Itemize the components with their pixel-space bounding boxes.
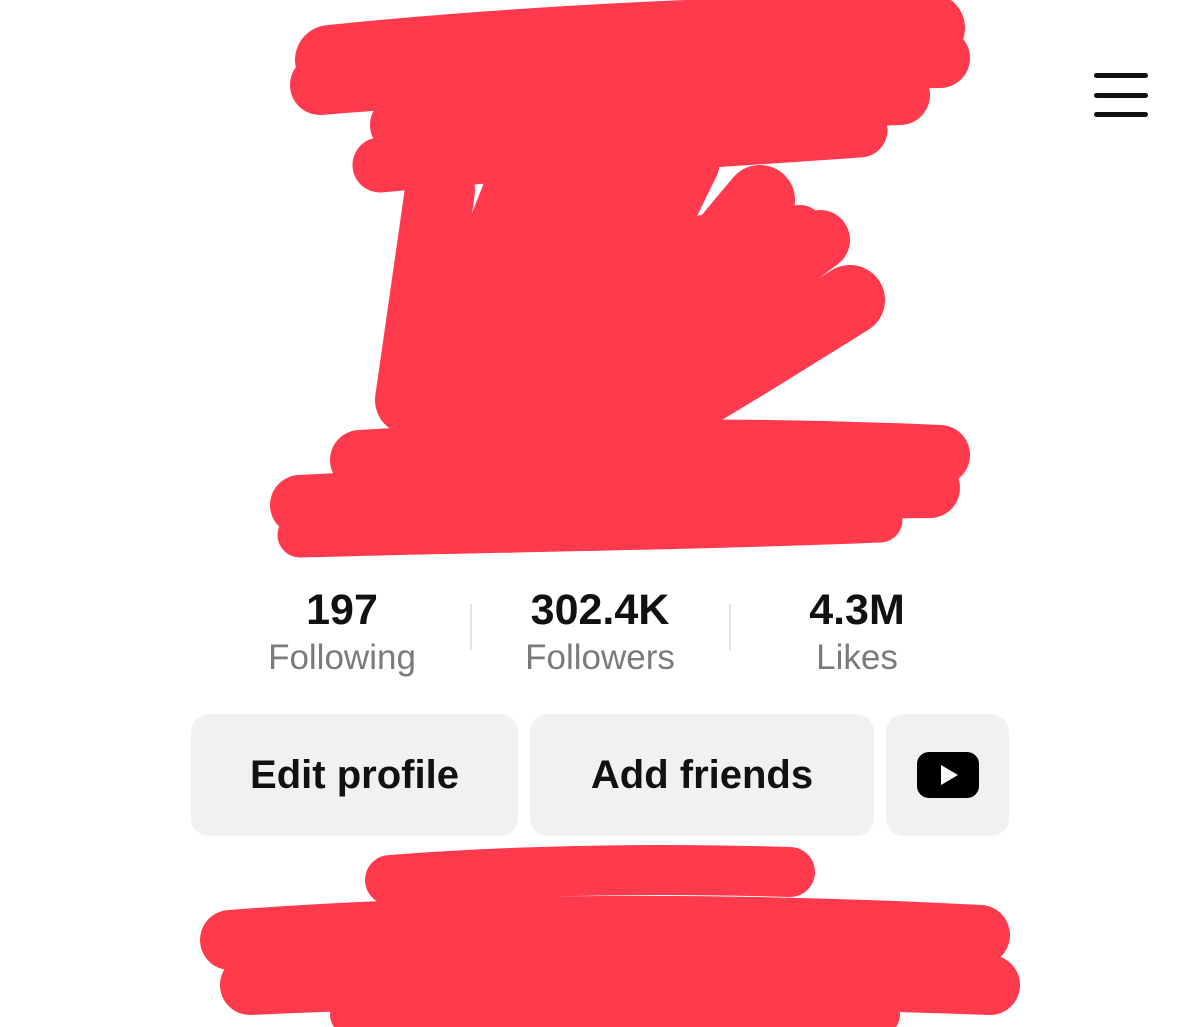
menu-button[interactable]: [1090, 70, 1152, 118]
followers-count: 302.4K: [530, 586, 670, 634]
stat-divider: [470, 604, 472, 650]
following-count: 197: [306, 586, 378, 634]
youtube-button[interactable]: [886, 714, 1009, 836]
stat-followers[interactable]: 302.4K Followers: [485, 582, 715, 678]
hamburger-menu-icon: [1090, 70, 1152, 118]
youtube-icon: [916, 752, 979, 798]
edit-profile-button[interactable]: Edit profile: [191, 714, 518, 836]
redaction-scribble: [200, 0, 1020, 1027]
stat-divider: [729, 604, 731, 650]
profile-stats: 197 Following 302.4K Followers 4.3M Like…: [0, 582, 1200, 682]
followers-label: Followers: [525, 638, 675, 677]
stat-likes[interactable]: 4.3M Likes: [742, 582, 972, 678]
following-label: Following: [268, 638, 416, 677]
edit-profile-label: Edit profile: [250, 752, 459, 797]
likes-count: 4.3M: [809, 586, 905, 634]
likes-label: Likes: [816, 638, 898, 677]
add-friends-label: Add friends: [590, 752, 814, 797]
stat-following[interactable]: 197 Following: [227, 582, 457, 678]
add-friends-button[interactable]: Add friends: [530, 714, 874, 836]
